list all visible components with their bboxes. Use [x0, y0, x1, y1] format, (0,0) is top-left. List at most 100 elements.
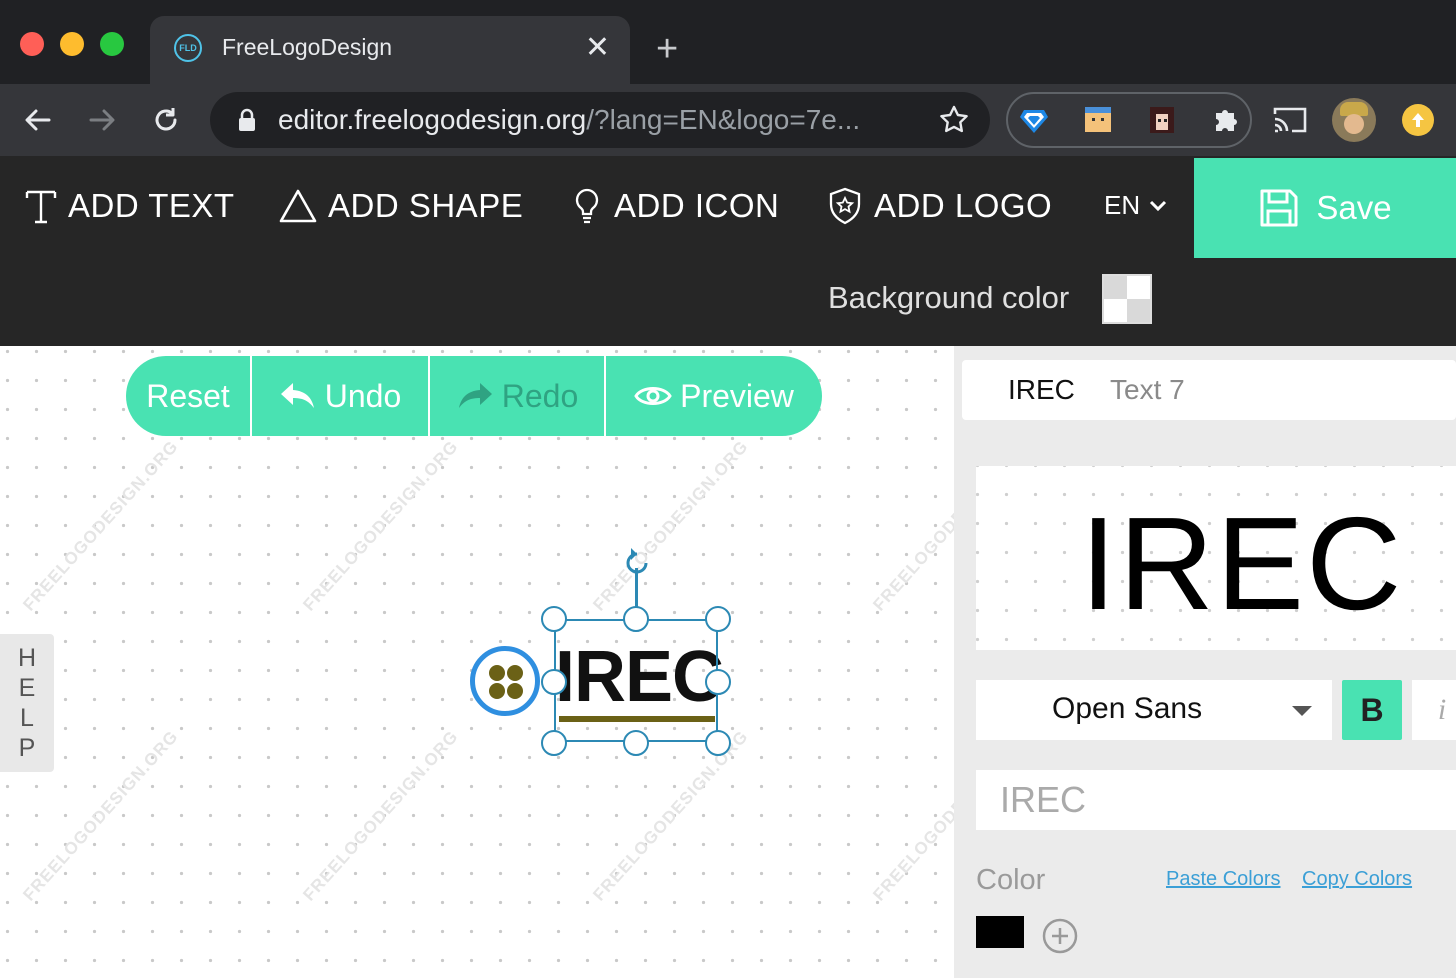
- site-favicon-icon: FLD: [174, 34, 202, 62]
- diamond-extension-icon[interactable]: [1018, 104, 1050, 136]
- copy-colors-link[interactable]: Copy Colors: [1302, 868, 1412, 891]
- text-icon: [25, 190, 57, 224]
- watermark-text: FREELOGODESIGN.ORG: [589, 436, 752, 615]
- add-text-button[interactable]: ADD TEXT: [24, 184, 235, 228]
- profile-avatar[interactable]: [1332, 98, 1376, 142]
- character-extension-icon[interactable]: [1082, 104, 1114, 136]
- help-letter: P: [18, 734, 36, 762]
- reload-icon[interactable]: [144, 98, 188, 142]
- resize-handle-bottom[interactable]: [623, 730, 649, 756]
- url-host: editor.freelogodesign.org: [278, 104, 587, 135]
- floppy-disk-icon: [1260, 189, 1298, 227]
- lightbulb-icon: [575, 188, 599, 224]
- url-path: /?lang=EN&logo=7e...: [586, 104, 861, 135]
- reset-button[interactable]: Reset: [126, 356, 252, 436]
- design-canvas[interactable]: FREELOGODESIGN.ORG FREELOGODESIGN.ORG FR…: [0, 346, 954, 978]
- resize-handle-left[interactable]: [541, 669, 567, 695]
- lock-icon: [239, 108, 255, 131]
- maximize-window-button[interactable]: [100, 32, 124, 56]
- preview-label: Preview: [680, 377, 794, 414]
- preview-button[interactable]: Preview: [606, 356, 822, 436]
- add-color-icon[interactable]: [1042, 918, 1078, 954]
- add-logo-label: ADD LOGO: [874, 187, 1053, 224]
- forward-icon[interactable]: [80, 98, 124, 142]
- add-shape-label: ADD SHAPE: [328, 187, 524, 224]
- help-tab[interactable]: H E L P: [0, 634, 54, 772]
- add-icon-button[interactable]: ADD ICON: [570, 184, 779, 228]
- watermark-text: FREELOGODESIGN.ORG: [299, 436, 462, 615]
- redo-arrow-icon: [458, 383, 492, 408]
- current-color-swatch[interactable]: [976, 916, 1024, 948]
- add-logo-button[interactable]: ADD LOGO: [826, 184, 1052, 228]
- watermark-text: FREELOGODESIGN.ORG: [589, 726, 752, 905]
- avatar-extension-icon[interactable]: [1146, 104, 1178, 136]
- background-color-label: Background color: [828, 280, 1070, 315]
- add-text-label: ADD TEXT: [68, 187, 235, 224]
- logo-icon-selected[interactable]: [470, 646, 540, 716]
- text-content-input[interactable]: [976, 770, 1456, 830]
- back-icon[interactable]: [16, 98, 60, 142]
- selection-box: [554, 619, 718, 742]
- undo-arrow-icon: [280, 383, 314, 408]
- bold-toggle[interactable]: B: [1342, 680, 1402, 740]
- watermark-text: FREELOGODESIGN.ORG: [869, 726, 954, 905]
- save-button[interactable]: Save: [1194, 158, 1456, 258]
- color-label: Color: [976, 864, 1046, 896]
- close-tab-icon[interactable]: ✕: [585, 28, 610, 68]
- address-bar[interactable]: editor.freelogodesign.org/?lang=EN&logo=…: [210, 92, 990, 148]
- add-shape-button[interactable]: ADD SHAPE: [278, 184, 523, 228]
- editor-top-bar: ADD TEXT ADD SHAPE ADD ICON ADD LOGO EN …: [0, 156, 1456, 346]
- dropdown-caret-icon: [1292, 706, 1312, 716]
- puzzle-extensions-icon[interactable]: [1210, 104, 1242, 136]
- extensions-group: [1006, 92, 1252, 148]
- minimize-window-button[interactable]: [60, 32, 84, 56]
- layer-name: IREC: [1008, 374, 1075, 405]
- resize-handle-top[interactable]: [623, 606, 649, 632]
- bookmark-star-icon[interactable]: [938, 104, 970, 136]
- layer-selector[interactable]: IREC Text 7: [962, 360, 1456, 420]
- close-window-button[interactable]: [20, 32, 44, 56]
- undo-button[interactable]: Undo: [252, 356, 430, 436]
- new-tab-button[interactable]: +: [656, 26, 678, 72]
- save-label: Save: [1316, 189, 1392, 226]
- resize-handle-top-right[interactable]: [705, 606, 731, 632]
- reset-label: Reset: [146, 377, 230, 414]
- redo-label: Redo: [501, 377, 579, 414]
- browser-toolbar: editor.freelogodesign.org/?lang=EN&logo=…: [0, 84, 1456, 156]
- resize-handle-bottom-left[interactable]: [541, 730, 567, 756]
- resize-handle-bottom-right[interactable]: [705, 730, 731, 756]
- action-toolbar: Reset Undo Redo Preview: [126, 356, 822, 436]
- eye-icon: [634, 387, 672, 405]
- text-preview: IREC: [976, 466, 1456, 650]
- help-letter: L: [20, 704, 34, 732]
- help-letter: H: [17, 644, 37, 672]
- paste-colors-link[interactable]: Paste Colors: [1166, 868, 1281, 891]
- background-color-swatch[interactable]: [1102, 274, 1152, 324]
- add-icon-label: ADD ICON: [614, 187, 780, 224]
- preview-text: IREC: [1080, 490, 1404, 637]
- watermark-text: FREELOGODESIGN.ORG: [19, 436, 182, 615]
- rotate-icon[interactable]: [620, 546, 654, 580]
- resize-handle-right[interactable]: [705, 669, 731, 695]
- watermark-text: FREELOGODESIGN.ORG: [869, 436, 954, 615]
- browser-tab-strip: FLD FreeLogoDesign ✕ +: [0, 0, 1456, 84]
- help-letter: E: [18, 674, 36, 702]
- triangle-icon: [279, 189, 317, 223]
- watermark-text: FREELOGODESIGN.ORG: [299, 726, 462, 905]
- resize-handle-top-left[interactable]: [541, 606, 567, 632]
- language-label: EN: [1104, 190, 1141, 220]
- language-selector[interactable]: EN: [1104, 190, 1168, 221]
- update-arrow-icon[interactable]: [1402, 104, 1434, 136]
- font-family-select[interactable]: Open Sans: [976, 680, 1332, 740]
- undo-label: Undo: [324, 377, 402, 414]
- font-family-value: Open Sans: [1052, 692, 1203, 725]
- url-text: editor.freelogodesign.org/?lang=EN&logo=…: [278, 104, 860, 136]
- four-dots-icon: [489, 665, 523, 699]
- browser-tab-active[interactable]: FLD FreeLogoDesign ✕: [150, 16, 630, 84]
- tab-title: FreeLogoDesign: [222, 34, 393, 60]
- shield-star-icon: [829, 187, 861, 225]
- redo-button[interactable]: Redo: [430, 356, 606, 436]
- cast-icon[interactable]: [1272, 104, 1308, 136]
- italic-toggle[interactable]: i: [1412, 680, 1456, 740]
- properties-panel: IREC Text 7 IREC Open Sans B i Color Pas…: [954, 346, 1456, 978]
